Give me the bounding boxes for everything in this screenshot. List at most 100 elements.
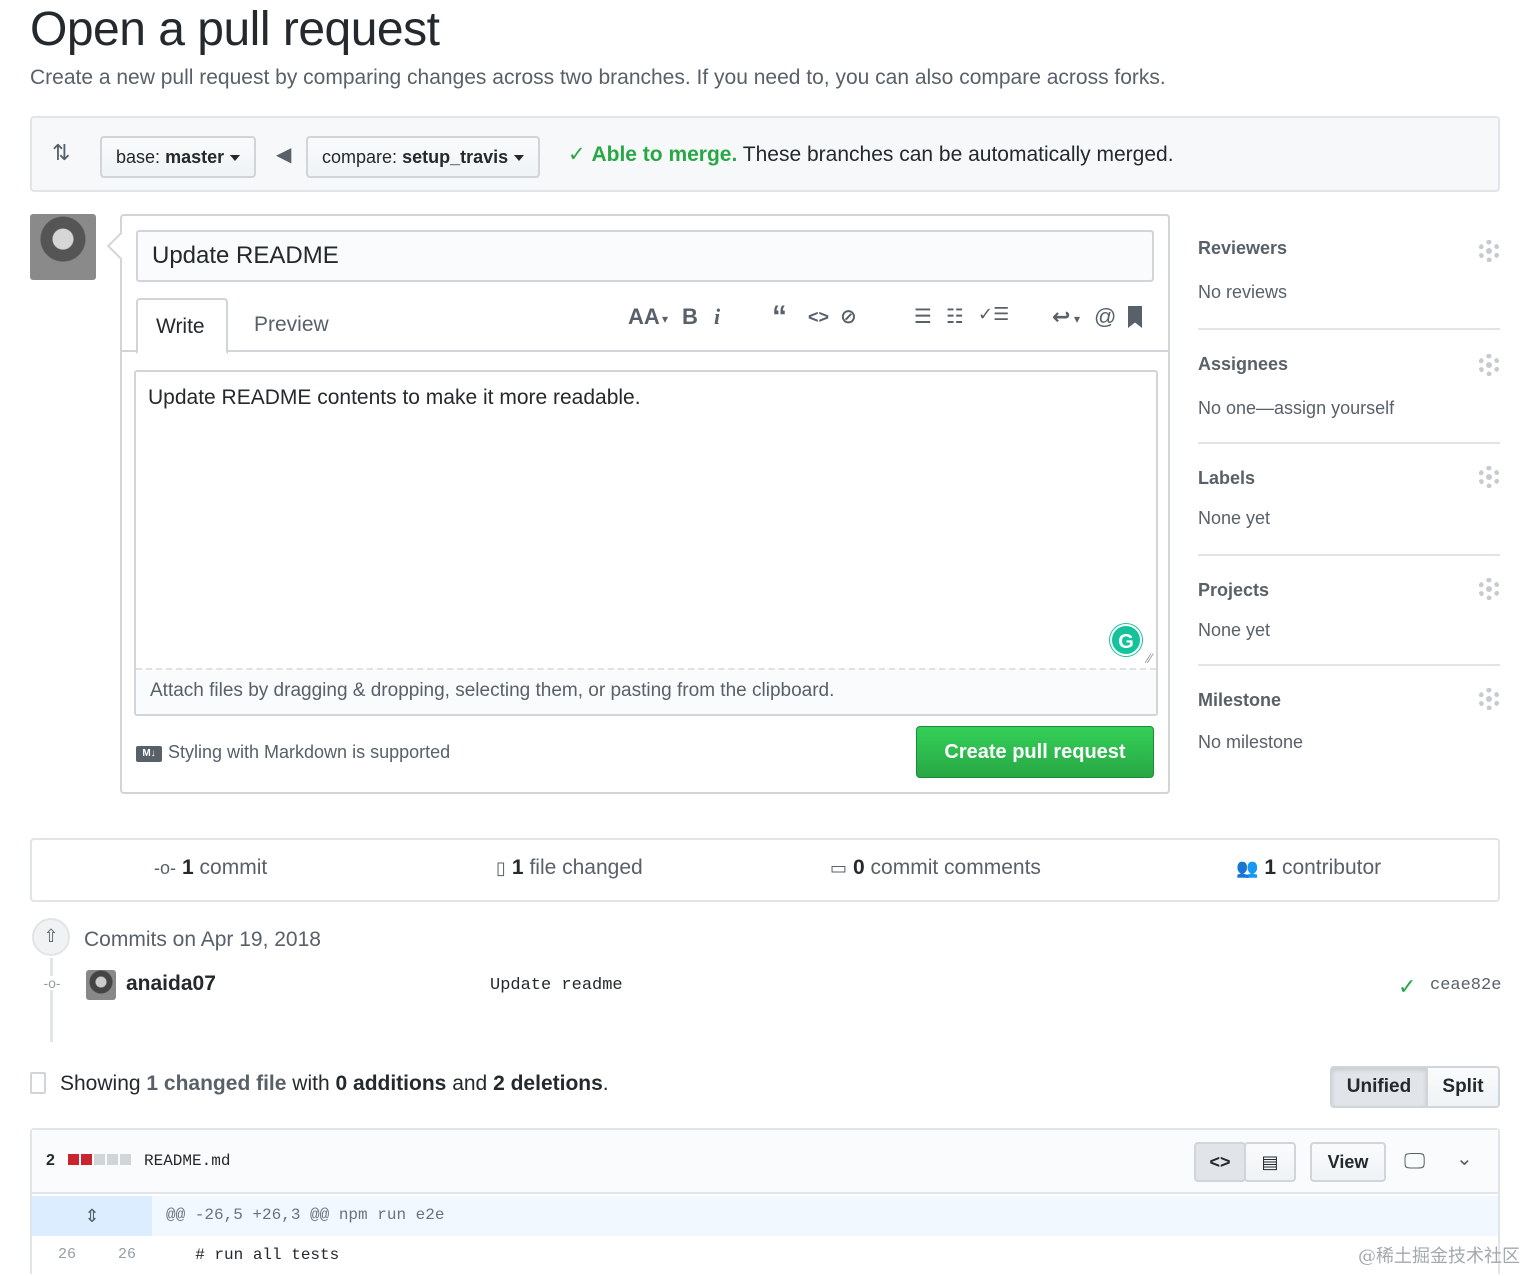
sidebar-title[interactable]: Projects [1198, 580, 1269, 601]
diff-count: 2 [46, 1152, 55, 1169]
old-line-number[interactable]: 26 [58, 1246, 76, 1263]
create-pull-request-button[interactable]: Create pull request [916, 726, 1154, 778]
sidebar-value: None yet [1198, 620, 1271, 640]
rich-view-button[interactable]: ▤ [1244, 1142, 1296, 1182]
sidebar-value: No milestone [1198, 732, 1304, 752]
chevron-down-icon[interactable]: ▾ [662, 312, 668, 326]
chevron-down-icon [514, 155, 525, 162]
title-input[interactable] [136, 230, 1154, 282]
sidebar-value[interactable]: No one—assign yourself [1198, 398, 1394, 419]
stat-label: contributor [1281, 856, 1382, 879]
merge-ok-text: Able to merge. [591, 143, 738, 166]
compare-label: compare: [322, 147, 398, 167]
attach-files-bar[interactable]: Attach files by dragging & dropping, sel… [136, 668, 1156, 714]
compare-arrows-icon: ⇅ [52, 140, 71, 165]
stat-label: file changed [529, 856, 643, 879]
italic-icon[interactable]: i [714, 304, 720, 330]
body-text[interactable]: Update README contents to make it more r… [148, 386, 641, 410]
unordered-list-icon[interactable]: ☰ [914, 304, 932, 329]
stat-count: 1 [511, 856, 524, 879]
compare-branch-name: setup_travis [402, 147, 509, 167]
changed-files-link[interactable]: 1 changed file [146, 1072, 286, 1095]
link-icon[interactable]: ⊘ [840, 304, 857, 329]
quote-icon[interactable]: “ [772, 300, 787, 334]
file-diff-icon: ▯ [496, 858, 506, 878]
diffstat-neutral [107, 1154, 118, 1165]
stats-bar: -o- 1 commit ▯ 1 file changed ▭ 0 commit co… [30, 838, 1500, 902]
expand-icon[interactable]: ⇕ [32, 1196, 152, 1236]
mention-icon[interactable]: @ [1094, 304, 1116, 330]
gear-icon[interactable] [1478, 688, 1500, 710]
sidebar-reviewers: Reviewers No reviews [1198, 232, 1500, 330]
sidebar-assignees: Assignees No one—assign yourself [1198, 346, 1500, 444]
view-file-button[interactable]: View [1310, 1142, 1386, 1182]
people-icon: 👥 [1236, 858, 1259, 878]
stat-commits[interactable]: -o- 1 commit [154, 856, 267, 880]
gear-icon[interactable] [1478, 354, 1500, 376]
merge-status: ✓ Able to merge. These branches can be a… [568, 142, 1174, 167]
stat-count: 1 [182, 856, 194, 879]
diff-summary: Showing 1 changed file with 0 additions … [60, 1072, 609, 1096]
stat-label: commit [199, 856, 268, 879]
sidebar-title[interactable]: Assignees [1198, 354, 1288, 375]
stat-files[interactable]: ▯ 1 file changed [496, 856, 643, 880]
unified-button[interactable]: Unified [1332, 1068, 1428, 1106]
pull-request-form: Write Preview AA ▾ B i “ <> ⊘ ☰ ☷ ✓☰ ↩ ▾… [120, 214, 1170, 794]
commit-author[interactable]: anaida07 [126, 972, 216, 996]
summary-text: and [452, 1072, 488, 1095]
diffstat-neutral [120, 1154, 131, 1165]
sidebar-milestone: Milestone No milestone [1198, 682, 1500, 762]
sidebar-projects: Projects None yet [1198, 572, 1500, 666]
split-button[interactable]: Split [1428, 1068, 1498, 1106]
compare-branch-select[interactable]: compare: setup_travis [306, 136, 541, 178]
new-line-number[interactable]: 26 [118, 1246, 136, 1263]
tab-write[interactable]: Write [136, 298, 228, 354]
task-list-icon[interactable]: ✓☰ [978, 304, 1009, 325]
file-header: 2 README.md <> ▤ View 🖵 ⌄ [32, 1130, 1498, 1194]
sidebar-title[interactable]: Milestone [1198, 690, 1281, 711]
base-branch-select[interactable]: base: master [100, 136, 257, 178]
line-code: # run all tests [176, 1246, 340, 1264]
stat-count: 1 [1264, 856, 1277, 879]
grammarly-icon[interactable]: G [1110, 624, 1142, 656]
gear-icon[interactable] [1478, 466, 1500, 488]
timeline-line [50, 958, 53, 1042]
summary-text: with [292, 1072, 330, 1095]
tab-preview[interactable]: Preview [236, 298, 347, 354]
chevron-down-icon[interactable]: ▾ [1074, 312, 1080, 326]
stat-comments[interactable]: ▭ 0 commit comments [830, 856, 1041, 880]
sidebar-value: None yet [1198, 508, 1271, 528]
stat-contributors[interactable]: 👥 1 contributor [1236, 856, 1381, 880]
check-icon[interactable]: ✓ [1398, 974, 1416, 1000]
markdown-note[interactable]: Styling with Markdown is supported [168, 742, 450, 763]
gear-icon[interactable] [1478, 578, 1500, 600]
source-view-button[interactable]: <> [1194, 1142, 1246, 1182]
base-label: base: [116, 147, 161, 167]
gear-icon[interactable] [1478, 240, 1500, 262]
desktop-icon[interactable]: 🖵 [1404, 1148, 1425, 1174]
deletions-count: 2 deletions [493, 1072, 603, 1095]
heading-icon[interactable]: AA [628, 304, 660, 330]
check-icon: ✓ [568, 143, 586, 166]
merge-detail-text: These branches can be automatically merg… [742, 143, 1174, 166]
code-icon[interactable]: <> [808, 307, 829, 328]
sidebar-title[interactable]: Reviewers [1198, 238, 1287, 259]
ordered-list-icon[interactable]: ☷ [946, 304, 964, 329]
avatar[interactable] [30, 214, 96, 280]
avatar[interactable] [86, 970, 116, 1000]
commit-message[interactable]: Update readme [490, 976, 623, 995]
page-title: Open a pull request [30, 3, 440, 56]
body-editor[interactable]: Update README contents to make it more r… [134, 370, 1158, 716]
commits-heading: Commits on Apr 19, 2018 [84, 928, 321, 951]
hunk-header-row: ⇕ @@ -26,5 +26,3 @@ npm run e2e [32, 1196, 1498, 1236]
commit-icon: -o- [154, 858, 176, 878]
markdown-icon: M↓ [136, 746, 162, 762]
commit-sha[interactable]: ceae82e [1430, 976, 1501, 995]
reply-icon[interactable]: ↩ [1052, 304, 1070, 330]
sidebar-title[interactable]: Labels [1198, 468, 1255, 489]
resize-handle-icon[interactable]: ⁄⁄ [1147, 650, 1152, 666]
file-diff: 2 README.md <> ▤ View 🖵 ⌄ ⇕ @@ -26,5 +26… [30, 1128, 1500, 1274]
bold-icon[interactable]: B [682, 304, 698, 330]
file-name[interactable]: README.md [144, 1152, 230, 1170]
chevron-down-icon[interactable]: ⌄ [1456, 1146, 1473, 1171]
